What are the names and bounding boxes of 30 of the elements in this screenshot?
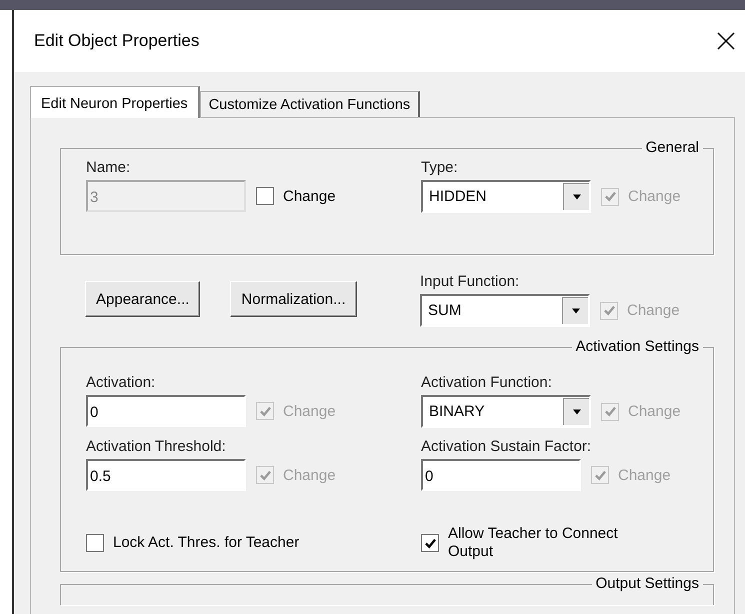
- group-title: Activation Settings: [572, 338, 703, 356]
- dialog-button[interactable]: Appearance...: [85, 281, 200, 317]
- field-label: Activation:: [86, 374, 156, 391]
- option-checkbox[interactable]: Allow Teacher to Connect Output: [421, 525, 713, 561]
- close-icon[interactable]: [717, 32, 735, 50]
- field-label: Activation Threshold:: [86, 438, 226, 455]
- group-title: Output Settings: [592, 575, 703, 593]
- check-icon: [258, 404, 272, 418]
- window-title: Edit Object Properties: [34, 31, 200, 51]
- option-checkbox[interactable]: Lock Act. Thres. for Teacher: [86, 534, 421, 552]
- check-icon: [604, 405, 616, 418]
- dropdown[interactable]: SUM: [420, 294, 590, 327]
- field-label: Name:: [86, 159, 130, 176]
- text-field[interactable]: 0.5: [86, 459, 246, 491]
- tab[interactable]: Edit Neuron Properties: [30, 86, 200, 118]
- field-label: Activation Function:: [421, 374, 552, 391]
- check-icon: [258, 468, 272, 482]
- field-label: Type:: [421, 159, 458, 176]
- field-label: Activation Sustain Factor:: [421, 438, 592, 455]
- text-field[interactable]: 0: [421, 459, 581, 491]
- dropdown[interactable]: BINARY: [421, 395, 591, 428]
- text-field[interactable]: 0: [86, 395, 246, 427]
- check-icon: [604, 190, 616, 203]
- tab[interactable]: Customize Activation Functions: [200, 91, 420, 117]
- field-label: Input Function:: [420, 273, 520, 290]
- dialog-button[interactable]: Normalization...: [230, 281, 357, 317]
- dropdown[interactable]: HIDDEN: [421, 180, 591, 213]
- check-icon: [594, 468, 606, 482]
- check-icon: [424, 536, 436, 550]
- check-icon: [602, 304, 616, 317]
